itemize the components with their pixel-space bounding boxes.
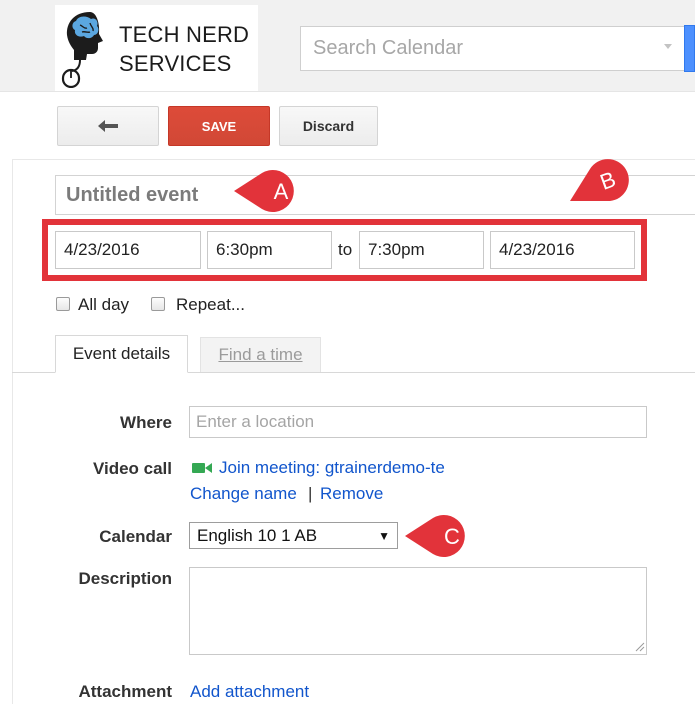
start-time-field[interactable]: 6:30pm [207,231,332,269]
to-label: to [338,240,353,259]
change-name-link[interactable]: Change name [190,484,297,504]
end-time-field[interactable]: 7:30pm [359,231,484,269]
tab-event-details[interactable]: Event details [55,335,188,373]
discard-button[interactable]: Discard [279,106,378,146]
logo-line-1: TECH NERD [119,22,250,47]
calendar-select-value: English 10 1 AB [197,525,318,545]
chevron-down-icon: ▼ [378,528,390,543]
callout-b: B [570,159,629,201]
video-camera-icon [192,463,212,473]
where-input[interactable] [189,406,647,438]
back-arrow-icon [98,120,118,132]
join-meeting-link[interactable]: Join meeting: gtrainerdemo-te [219,458,445,478]
logo-text: TECH NERD SERVICES [119,20,249,78]
video-call-label: Video call [92,459,172,478]
search-button[interactable] [684,25,695,72]
repeat-label: Repeat... [176,295,245,314]
callout-a: A [234,170,294,212]
resize-grip-icon[interactable] [633,640,645,652]
logo-line-2: SERVICES [119,51,232,76]
save-button[interactable]: SAVE [168,106,270,146]
description-label: Description [78,569,172,588]
end-date-field[interactable]: 4/23/2016 [490,231,635,269]
remove-link[interactable]: Remove [320,484,383,504]
where-label: Where [120,413,172,432]
brain-head-logo-icon [61,12,103,88]
all-day-label: All day [78,295,130,314]
callout-c: C [405,515,465,557]
tab-find-a-time[interactable]: Find a time [200,337,321,372]
search-input[interactable] [301,27,641,70]
attachment-label: Attachment [78,682,172,701]
search-box [300,26,685,71]
calendar-select[interactable]: English 10 1 AB ▼ [189,522,398,549]
callout-c-text: C [444,524,460,549]
start-date-field[interactable]: 4/23/2016 [55,231,201,269]
calendar-label: Calendar [99,527,172,546]
all-day-checkbox[interactable] [56,297,70,311]
link-separator: | [308,484,313,503]
search-dropdown-caret-icon[interactable] [664,44,672,49]
repeat-checkbox[interactable] [151,297,165,311]
callout-a-text: A [274,179,289,204]
back-button[interactable] [57,106,159,146]
description-textarea[interactable] [189,567,647,655]
add-attachment-link[interactable]: Add attachment [190,682,309,702]
